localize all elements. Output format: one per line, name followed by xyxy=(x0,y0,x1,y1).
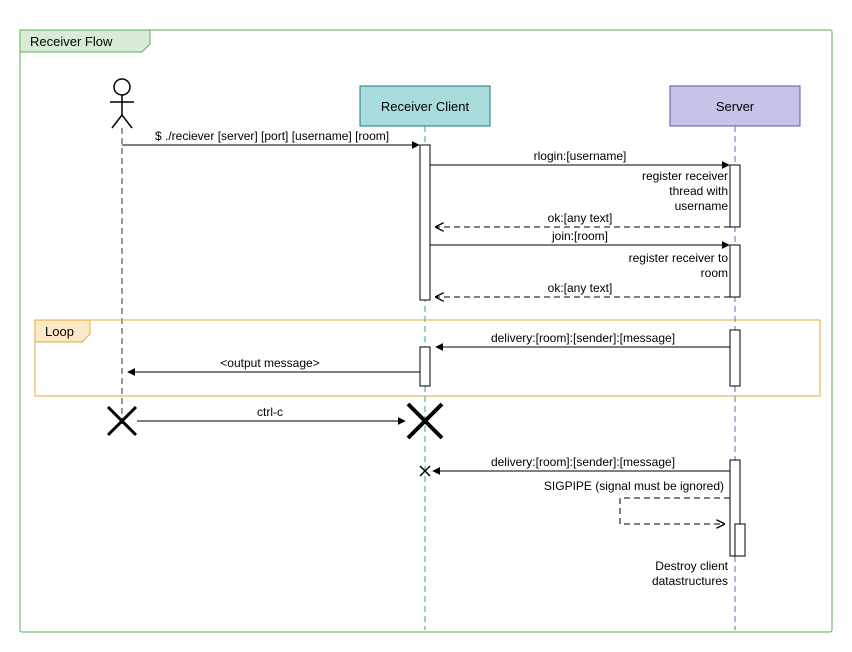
server-participant-label: Server xyxy=(716,99,755,114)
msg3-label: ok:[any text] xyxy=(548,211,613,225)
receiver-activation-2 xyxy=(420,347,430,386)
note1a: register receiver xyxy=(642,169,728,183)
receiver-activation-1 xyxy=(420,145,430,300)
server-activation-5 xyxy=(735,524,745,556)
msg7-label: <output message> xyxy=(220,356,319,370)
msg5-label: ok:[any text] xyxy=(548,281,613,295)
note2b: room xyxy=(701,266,728,280)
msg9-label: delivery:[room]:[sender]:[message] xyxy=(491,455,675,469)
sequence-diagram: Receiver Flow Receiver Client Server $ .… xyxy=(0,0,852,652)
note2a: register receiver to xyxy=(629,251,729,265)
note3a: Destroy client xyxy=(655,559,728,573)
msg1-label: $ ./reciever [server] [port] [username] … xyxy=(155,129,389,143)
receiver-participant-label: Receiver Client xyxy=(381,99,470,114)
server-activation-2 xyxy=(730,245,740,297)
note1b: thread with xyxy=(669,184,728,198)
msg10-label: SIGPIPE (signal must be ignored) xyxy=(544,479,724,493)
msg6-label: delivery:[room]:[sender]:[message] xyxy=(491,331,675,345)
note3b: datastructures xyxy=(652,574,728,588)
frame-title: Receiver Flow xyxy=(30,34,113,49)
note1c: username xyxy=(675,199,729,213)
server-activation-3 xyxy=(730,330,740,386)
msg4-label: join:[room] xyxy=(551,229,608,243)
msg8-label: ctrl-c xyxy=(257,405,283,419)
server-activation-1 xyxy=(730,165,740,227)
loop-label: Loop xyxy=(45,324,74,339)
msg2-label: rlogin:[username] xyxy=(534,149,627,163)
